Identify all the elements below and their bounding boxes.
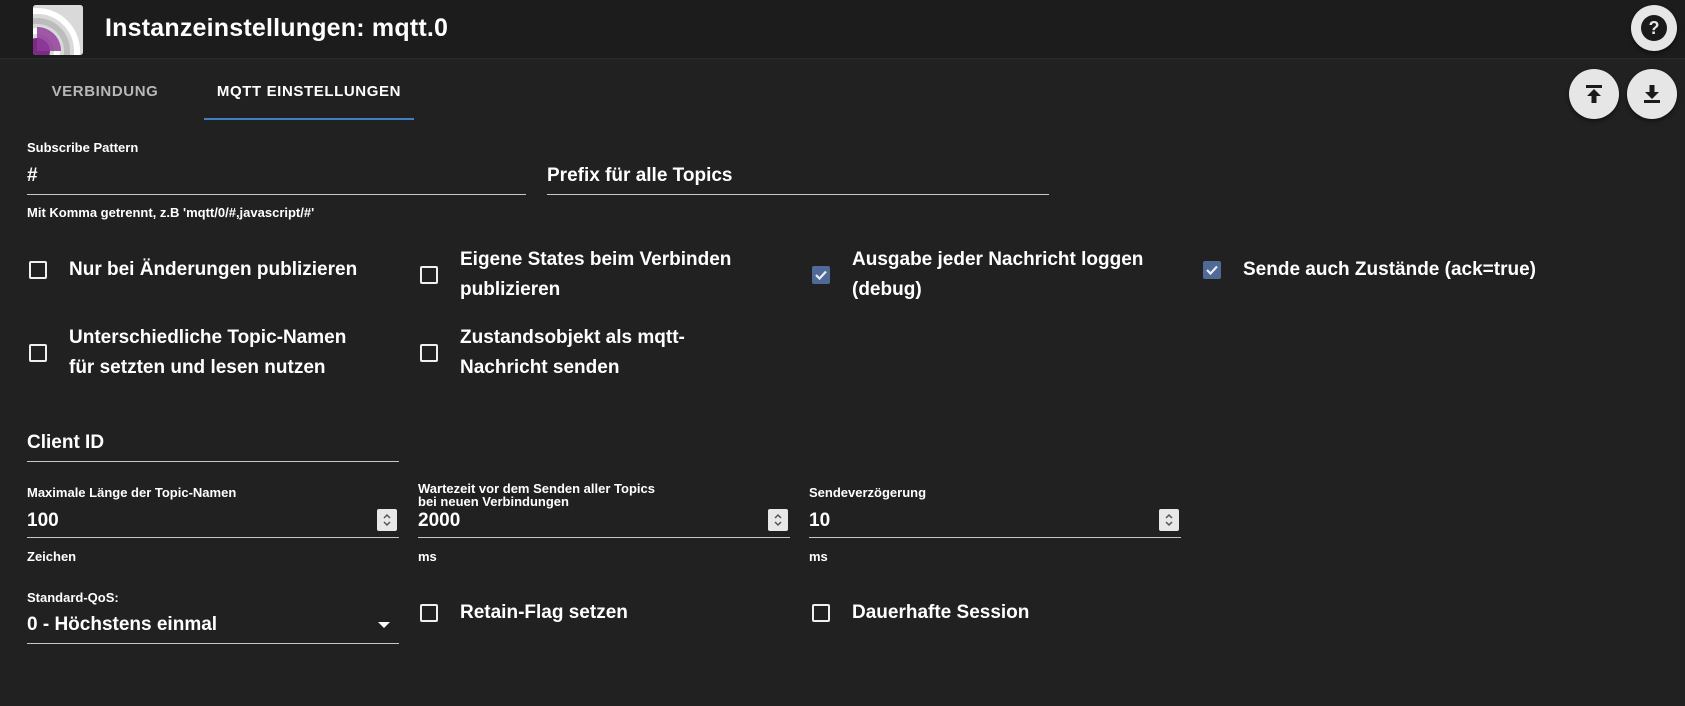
subscribe-pattern-underline	[27, 194, 526, 195]
wait-before-send-stepper[interactable]	[768, 509, 788, 531]
checkbox-label: Zustandsobjekt als mqtt- Nachricht senden	[460, 327, 685, 378]
checkbox-label: Retain-Flag setzen	[460, 602, 628, 623]
check-icon	[1206, 265, 1218, 276]
checkbox-box[interactable]	[1203, 261, 1221, 279]
checkbox-own-states-connect[interactable]: Eigene States beim Verbinden publizieren	[420, 245, 731, 305]
wait-before-send-underline	[418, 537, 790, 538]
download-icon	[1644, 85, 1660, 103]
send-delay-input[interactable]: 10	[809, 510, 830, 532]
help-button[interactable]: ?	[1631, 5, 1677, 51]
checkbox-send-ack-true[interactable]: Sende auch Zustände (ack=true)	[1203, 255, 1536, 285]
checkbox-label: Eigene States beim Verbinden publizieren	[460, 249, 732, 300]
max-topic-length-input[interactable]: 100	[27, 510, 59, 532]
checkbox-label: Dauerhafte Session	[852, 602, 1030, 623]
checkbox-only-changes[interactable]: Nur bei Änderungen publizieren	[29, 255, 357, 285]
subscribe-pattern-label: Subscribe Pattern	[27, 140, 139, 155]
wait-before-send-input[interactable]: 2000	[418, 510, 460, 532]
help-circle-icon: ?	[1641, 15, 1667, 41]
send-delay-label: Sendeverzögerung	[809, 485, 927, 500]
wait-before-send-label: Wartezeit vor dem Senden aller Topics bei…	[418, 481, 655, 509]
checkbox-box[interactable]	[812, 266, 830, 284]
checkbox-label: Unterschiedliche Topic-Namen für setzten …	[69, 327, 347, 378]
qos-select[interactable]: 0 - Höchstens einmal	[27, 614, 217, 636]
send-delay-helper: ms	[809, 549, 828, 564]
max-topic-length-helper: Zeichen	[27, 549, 77, 564]
qos-underline	[27, 643, 399, 644]
svg-text:?: ?	[1649, 18, 1660, 38]
checkbox-log-debug[interactable]: Ausgabe jeder Nachricht loggen (debug)	[812, 245, 1143, 305]
spin-arrows-icon	[1165, 513, 1173, 527]
checkbox-different-topic-names[interactable]: Unterschiedliche Topic-Namen für setzten …	[29, 323, 346, 383]
checkbox-box[interactable]	[29, 261, 47, 279]
page-title: Instanzeinstellungen: mqtt.0	[105, 14, 449, 42]
qos-label: Standard-QoS:	[27, 590, 119, 605]
subscribe-pattern-helper: Mit Komma getrennt, z.B 'mqtt/0/#,javasc…	[27, 205, 315, 220]
checkbox-box[interactable]	[420, 604, 438, 622]
checkbox-state-object-message[interactable]: Zustandsobjekt als mqtt- Nachricht senden	[420, 323, 685, 383]
upload-icon	[1586, 85, 1602, 103]
chevron-down-icon[interactable]	[377, 621, 391, 629]
spin-arrows-icon	[774, 513, 782, 527]
wait-before-send-helper: ms	[418, 549, 437, 564]
tab-verbindung[interactable]: VERBINDUNG	[30, 70, 180, 118]
prefix-input[interactable]: Prefix für alle Topics	[547, 165, 732, 187]
max-topic-length-label: Maximale Länge der Topic-Namen	[27, 485, 237, 500]
subscribe-pattern-input[interactable]: #	[27, 165, 38, 187]
checkbox-label: Ausgabe jeder Nachricht loggen (debug)	[852, 249, 1144, 300]
checkbox-box[interactable]	[420, 344, 438, 362]
title-bar: Instanzeinstellungen: mqtt.0 ?	[0, 0, 1685, 59]
send-delay-stepper[interactable]	[1159, 509, 1179, 531]
send-delay-underline	[809, 537, 1181, 538]
checkbox-retain-flag[interactable]: Retain-Flag setzen	[420, 598, 628, 628]
download-button[interactable]	[1627, 69, 1677, 119]
checkbox-box[interactable]	[29, 344, 47, 362]
upload-button[interactable]	[1569, 69, 1619, 119]
prefix-underline	[547, 194, 1049, 195]
checkbox-label: Sende auch Zustände (ack=true)	[1243, 259, 1536, 280]
max-topic-length-underline	[27, 537, 399, 538]
checkbox-box[interactable]	[812, 604, 830, 622]
checkbox-label: Nur bei Änderungen publizieren	[69, 259, 358, 280]
checkbox-persistent-session[interactable]: Dauerhafte Session	[812, 598, 1029, 628]
max-topic-length-stepper[interactable]	[377, 509, 397, 531]
mqtt-logo-icon	[33, 5, 83, 55]
tab-mqtt-einstellungen[interactable]: MQTT EINSTELLUNGEN	[204, 70, 414, 120]
check-icon	[815, 270, 827, 281]
spin-arrows-icon	[383, 513, 391, 527]
checkbox-box[interactable]	[420, 266, 438, 284]
client-id-input[interactable]: Client ID	[27, 432, 104, 454]
client-id-underline	[27, 461, 399, 462]
